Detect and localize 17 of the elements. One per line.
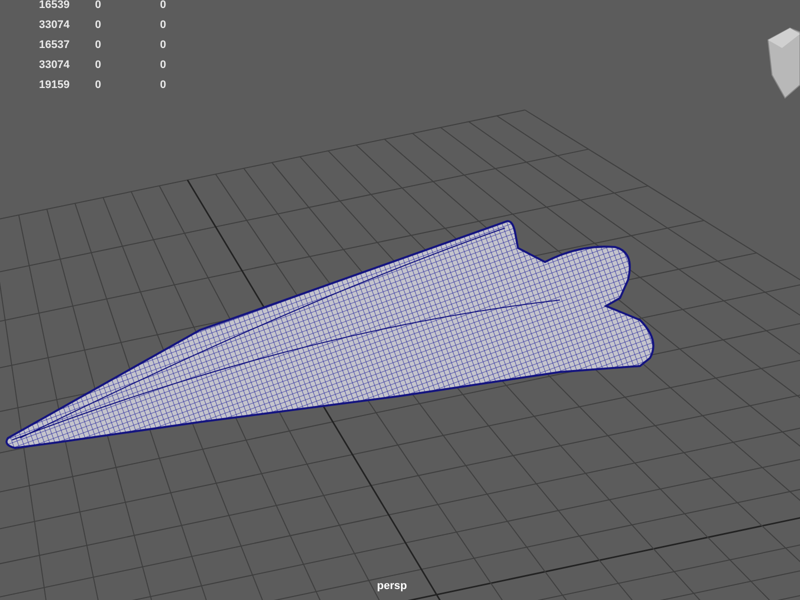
stat-value: 16539 <box>38 0 71 13</box>
stat-value: 0 <box>160 58 168 73</box>
view-cube-icon <box>767 27 800 99</box>
stat-value: 0 <box>95 78 102 93</box>
stat-value: 0 <box>160 0 168 13</box>
stat-value: 16537 <box>38 38 71 53</box>
stat-value: 0 <box>95 38 102 53</box>
stat-value: 0 <box>160 78 168 93</box>
stat-value: 0 <box>160 18 168 33</box>
stat-value: 0 <box>95 58 102 73</box>
stat-value: 0 <box>95 18 102 33</box>
stat-value: 0 <box>160 38 168 53</box>
stat-value: 33074 <box>38 58 71 73</box>
stat-value: 0 <box>95 0 102 13</box>
stat-value: 19159 <box>38 78 71 93</box>
camera-label: persp <box>377 579 407 594</box>
stat-value: 33074 <box>38 18 71 33</box>
